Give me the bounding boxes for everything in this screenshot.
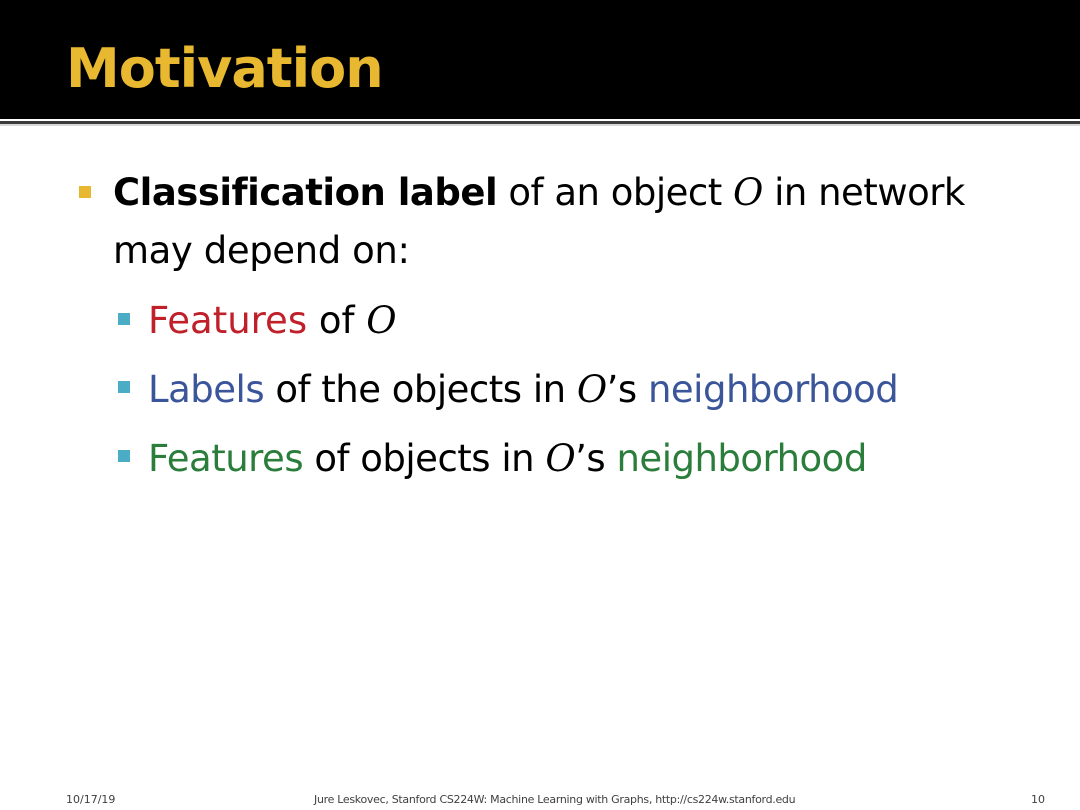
sub-bullet-marker: [118, 450, 130, 462]
object-variable: O: [366, 299, 397, 342]
main-bullet-text-1: of an object: [497, 171, 733, 214]
main-bullet-line-2: may depend on:: [113, 229, 410, 272]
title-bar: Motivation: [0, 0, 1080, 119]
sub-bullet-text: of objects in: [303, 437, 546, 480]
neighborhood-term: neighborhood: [647, 368, 899, 411]
features-term: Features: [148, 437, 304, 480]
sub-bullet-text: ’s: [606, 368, 648, 411]
page-number: 10: [1031, 793, 1045, 806]
features-term: Features: [148, 299, 308, 342]
sub-bullet-marker: [118, 313, 130, 325]
sub-bullet-text: of the objects in: [264, 368, 577, 411]
sub-bullet-labels: Labels of the objects in O’s neighborhoo…: [148, 367, 899, 413]
main-bullet-line-1: Classification label of an object O in n…: [113, 170, 965, 216]
sub-bullet-text: of: [307, 299, 367, 342]
sub-bullet-neighbor-features: Features of objects in O’s neighborhood: [148, 436, 867, 482]
main-bullet-marker: [79, 186, 91, 198]
object-variable: O: [733, 171, 763, 214]
main-bullet-text-2: in network: [762, 171, 965, 214]
labels-term: Labels: [148, 368, 265, 411]
title-divider-highlight: [0, 124, 1080, 126]
sub-bullet-marker: [118, 381, 130, 393]
object-variable: O: [545, 437, 576, 480]
sub-bullet-text: ’s: [575, 437, 617, 480]
classification-label-term: Classification label: [113, 171, 498, 214]
object-variable: O: [576, 368, 607, 411]
footer-credit: Jure Leskovec, Stanford CS224W: Machine …: [314, 793, 796, 806]
sub-bullet-features: Features of O: [148, 298, 397, 344]
slide-title: Motivation: [66, 37, 384, 100]
neighborhood-term: neighborhood: [616, 437, 867, 480]
footer-date: 10/17/19: [66, 793, 116, 806]
